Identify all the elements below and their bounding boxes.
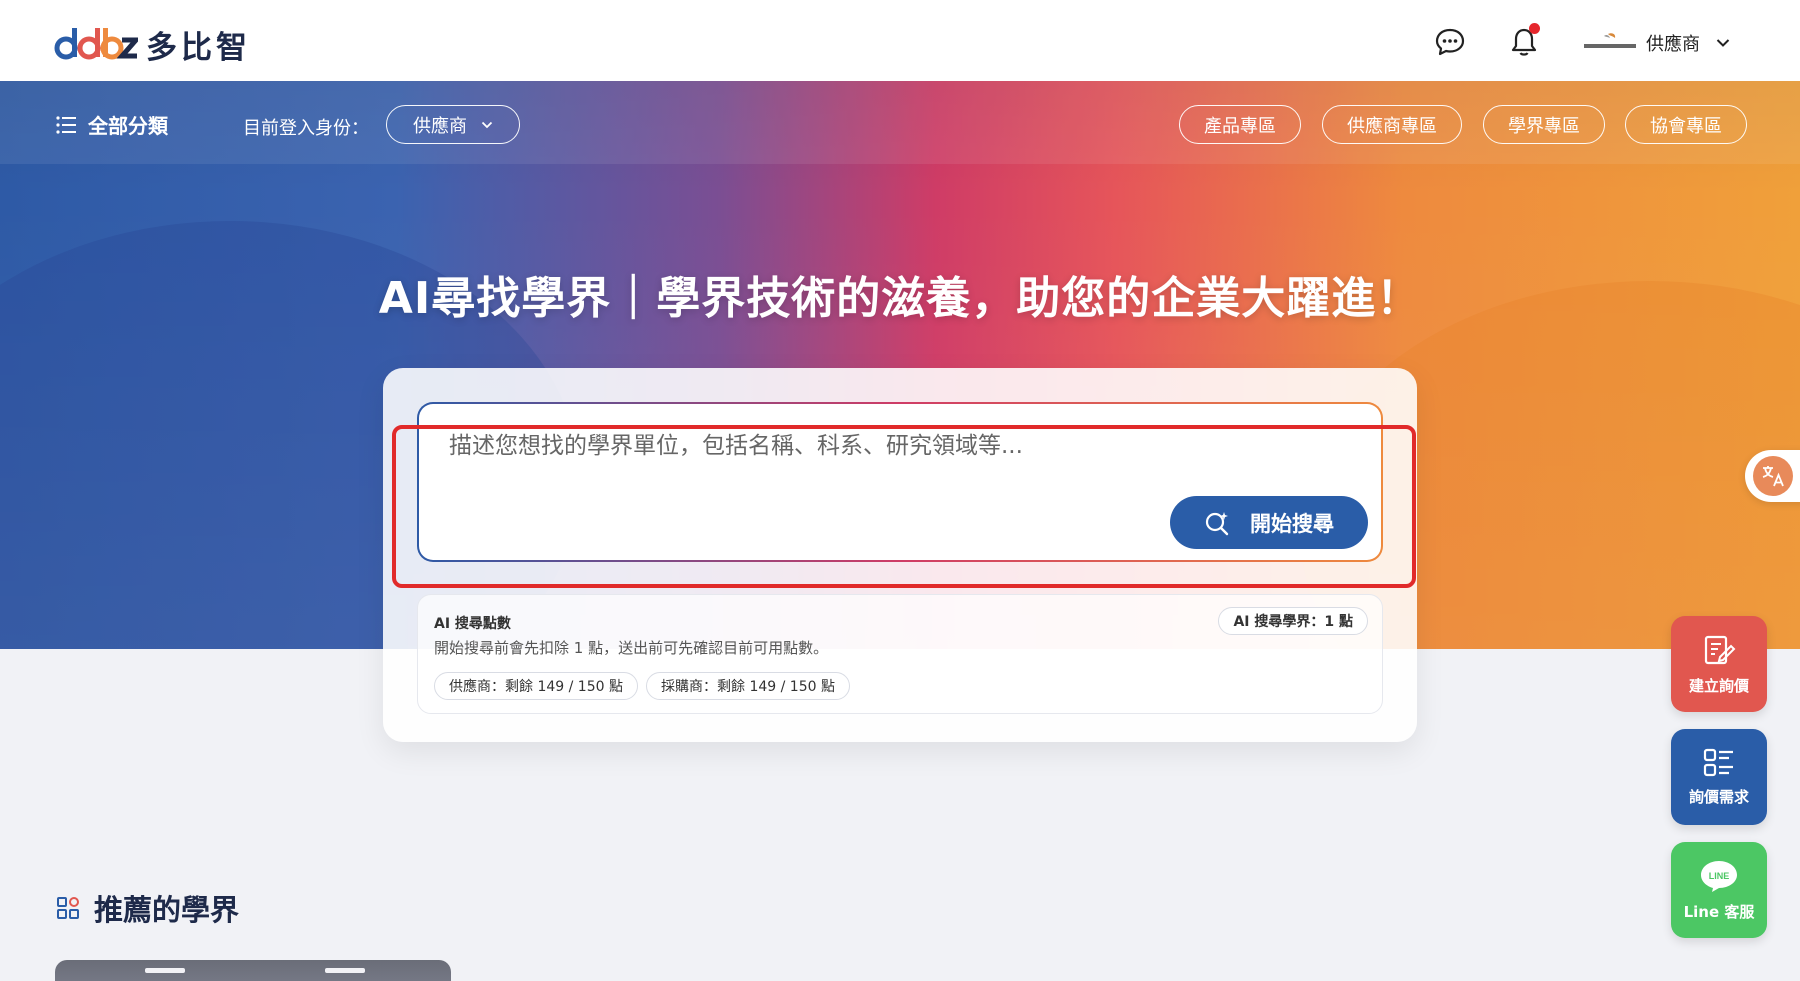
supplier-points-chip: 供應商：剩餘 149 / 150 點	[434, 672, 638, 700]
start-search-label: 開始搜尋	[1250, 511, 1334, 536]
edit-form-icon	[1704, 635, 1736, 664]
ai-search-card: 開始搜尋 AI 搜尋點數 開始搜尋前會先扣除 1 點，送出前可先確認目前可用點數…	[383, 368, 1417, 742]
category-grid-icon	[57, 897, 79, 919]
points-title: AI 搜尋點數	[434, 616, 511, 632]
translate-icon-wrap	[1753, 456, 1793, 496]
chat-bubble-icon	[1435, 28, 1465, 56]
start-search-button[interactable]: 開始搜尋	[1170, 496, 1368, 549]
user-name: 供應商	[1646, 34, 1700, 55]
search-box: 開始搜尋	[417, 402, 1383, 562]
inquiry-demand-button[interactable]: 詢價需求	[1671, 729, 1767, 825]
zone-academia-button[interactable]: 學界專區	[1483, 105, 1605, 144]
line-badge-text: LINE	[1709, 871, 1730, 881]
points-description: 開始搜尋前會先扣除 1 點，送出前可先確認目前可用點數。	[434, 639, 829, 657]
notification-button[interactable]	[1506, 22, 1542, 62]
line-service-button[interactable]: LINE Line 客服	[1671, 842, 1767, 938]
zone-suppliers-button[interactable]: 供應商專區	[1322, 105, 1462, 144]
points-cost-badge: AI 搜尋學界：1 點	[1218, 607, 1368, 635]
chevron-down-icon	[1716, 39, 1730, 47]
identity-select[interactable]: 供應商	[386, 105, 520, 144]
message-button[interactable]	[1432, 22, 1468, 62]
brand-logo[interactable]: 多比智	[54, 20, 251, 68]
hero-title: AI尋找學界｜學界技術的滋養，助您的企業大躍進！	[378, 273, 1422, 324]
translate-icon	[1762, 466, 1784, 487]
line-chat-icon: LINE	[1701, 860, 1737, 892]
company-avatar	[1584, 32, 1636, 54]
brand-logo-mark-icon	[54, 28, 138, 60]
recommended-title: 推薦的學界	[94, 893, 240, 927]
all-categories-label: 全部分類	[88, 114, 168, 138]
create-inquiry-label: 建立詢價	[1688, 676, 1749, 695]
identity-label: 目前登入身份：	[243, 118, 369, 139]
inquiry-demand-label: 詢價需求	[1688, 787, 1749, 806]
create-inquiry-button[interactable]: 建立詢價	[1671, 616, 1767, 712]
academia-search-input[interactable]	[449, 426, 1329, 466]
notification-dot	[1529, 23, 1540, 34]
zone-products-button[interactable]: 產品專區	[1179, 105, 1301, 144]
ai-points-panel: AI 搜尋點數 開始搜尋前會先扣除 1 點，送出前可先確認目前可用點數。 AI …	[417, 594, 1383, 714]
list-menu-icon	[56, 115, 76, 134]
top-header: 多比智 供應商	[0, 0, 1800, 81]
all-categories-button[interactable]: 全部分類	[56, 110, 168, 139]
brand-name: 多比智	[146, 29, 251, 66]
line-service-label: Line 客服	[1683, 902, 1755, 921]
list-grid-icon	[1703, 748, 1733, 776]
recommended-section-header: 推薦的學界	[56, 887, 239, 929]
translate-button[interactable]	[1745, 450, 1800, 502]
identity-value: 供應商	[413, 115, 467, 137]
user-menu[interactable]: 供應商	[1584, 28, 1730, 58]
category-navbar: 全部分類 目前登入身份： 供應商 產品專區 供應商專區 學界專區 協會專區	[0, 81, 1800, 164]
buyer-points-chip: 採購商：剩餘 149 / 150 點	[646, 672, 850, 700]
chevron-down-icon	[481, 121, 493, 128]
ai-search-icon	[1205, 511, 1229, 535]
zone-associations-button[interactable]: 協會專區	[1625, 105, 1747, 144]
recommended-card[interactable]	[55, 960, 451, 981]
company-logo-icon	[1584, 33, 1636, 48]
